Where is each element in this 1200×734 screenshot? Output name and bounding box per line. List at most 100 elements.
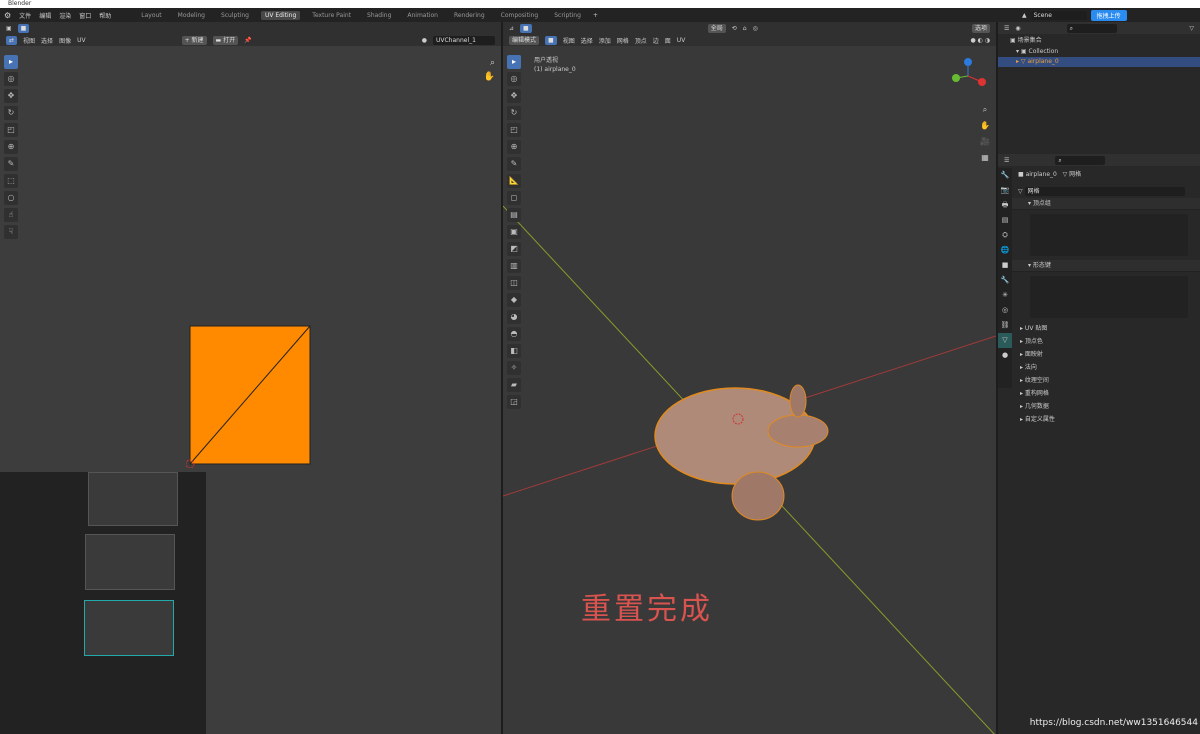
navigation-gizmo[interactable] bbox=[948, 56, 988, 96]
section-remesh[interactable]: ▸ 重构网格 bbox=[1012, 387, 1200, 400]
menu-view[interactable]: 视图 bbox=[563, 36, 575, 45]
world-tab-icon[interactable]: 🌐 bbox=[998, 243, 1012, 258]
tab-animation[interactable]: Animation bbox=[403, 11, 442, 20]
annotate-tool-icon[interactable]: ✎ bbox=[4, 157, 18, 171]
outliner-collection[interactable]: ▾ ▣ Collection bbox=[998, 47, 1200, 57]
menu-view[interactable]: 视图 bbox=[23, 36, 35, 45]
mode-selector[interactable]: 编辑模式 bbox=[509, 35, 540, 45]
bevel-tool-icon[interactable]: ◩ bbox=[507, 242, 521, 256]
select-box-icon[interactable]: ■ bbox=[520, 23, 532, 33]
relax-tool-icon[interactable]: ☝ bbox=[4, 208, 18, 222]
blender-logo-icon[interactable]: ⚙ bbox=[4, 11, 11, 20]
vertex-groups-list[interactable] bbox=[1030, 214, 1188, 256]
add-workspace-icon[interactable]: + bbox=[593, 12, 598, 19]
proportional-icon[interactable]: ◎ bbox=[753, 25, 758, 32]
section-vertex-colors[interactable]: ▸ 顶点色 bbox=[1012, 335, 1200, 348]
view-layer-tab-icon[interactable]: ▤ bbox=[998, 213, 1012, 228]
select-mode-icon[interactable]: ■ bbox=[17, 23, 30, 33]
transform-orientation[interactable]: 全局 bbox=[707, 23, 726, 33]
select-tool-icon[interactable]: ▸ bbox=[507, 55, 521, 69]
upload-button[interactable]: 拖拽上传 bbox=[1090, 10, 1127, 21]
section-shape-keys[interactable]: ▾ 形态键 bbox=[1012, 260, 1200, 272]
material-tab-icon[interactable]: ● bbox=[998, 348, 1012, 363]
pin-icon[interactable]: 📌 bbox=[244, 37, 251, 44]
sync-selection-icon[interactable]: ⇄ bbox=[6, 35, 18, 45]
section-face-maps[interactable]: ▸ 面映射 bbox=[1012, 348, 1200, 361]
physics-tab-icon[interactable]: ◎ bbox=[998, 303, 1012, 318]
render-tab-icon[interactable]: 📷 bbox=[998, 183, 1012, 198]
camera-icon[interactable]: 🎥 bbox=[980, 134, 990, 150]
section-normals[interactable]: ▸ 法向 bbox=[1012, 361, 1200, 374]
properties-type-icon[interactable]: ☰ bbox=[1004, 157, 1009, 164]
thumbnail-1[interactable] bbox=[88, 472, 178, 526]
options-dropdown[interactable]: 选项 bbox=[971, 23, 990, 33]
knife-tool-icon[interactable]: ◫ bbox=[507, 276, 521, 290]
zoom-icon[interactable]: ⌕ bbox=[980, 102, 990, 118]
transform-tool-icon[interactable]: ⊕ bbox=[4, 140, 18, 154]
tab-uv-editing[interactable]: UV Editing bbox=[260, 10, 301, 20]
menu-vertex[interactable]: 顶点 bbox=[635, 36, 647, 45]
particles-tab-icon[interactable]: ✳ bbox=[998, 288, 1012, 303]
editor-type-icon[interactable]: ▣ bbox=[6, 25, 12, 32]
grab-tool-icon[interactable]: ○ bbox=[4, 191, 18, 205]
uv-channel-field[interactable]: UVChannel_1 bbox=[433, 35, 495, 45]
grid-view-icon[interactable]: ▦ bbox=[980, 150, 990, 166]
tab-modeling[interactable]: Modeling bbox=[174, 11, 209, 20]
new-image-button[interactable]: + 新建 bbox=[181, 35, 207, 45]
edge-slide-tool-icon[interactable]: ◧ bbox=[507, 344, 521, 358]
thumbnail-2[interactable] bbox=[85, 534, 175, 590]
rotate-tool-icon[interactable]: ↻ bbox=[4, 106, 18, 120]
inset-tool-icon[interactable]: ▣ bbox=[507, 225, 521, 239]
modifier-tab-icon[interactable]: 🔧 bbox=[998, 273, 1012, 288]
section-custom-properties[interactable]: ▸ 自定义属性 bbox=[1012, 413, 1200, 426]
select-tool-icon[interactable]: ▸ bbox=[4, 55, 18, 69]
thumbnail-3[interactable] bbox=[84, 600, 174, 656]
rotate-tool-icon[interactable]: ↻ bbox=[507, 106, 521, 120]
scale-tool-icon[interactable]: ◰ bbox=[507, 123, 521, 137]
menu-render[interactable]: 渲染 bbox=[59, 11, 71, 20]
outliner-type-icon[interactable]: ☰ bbox=[1004, 25, 1009, 32]
cursor-tool-icon[interactable]: ◎ bbox=[507, 72, 521, 86]
pivot-icon[interactable]: ⟲ bbox=[732, 25, 737, 32]
move-tool-icon[interactable]: ✥ bbox=[507, 89, 521, 103]
open-image-button[interactable]: ▬ 打开 bbox=[212, 35, 239, 45]
menu-help[interactable]: 帮助 bbox=[99, 11, 111, 20]
tab-compositing[interactable]: Compositing bbox=[497, 11, 543, 20]
menu-select[interactable]: 选择 bbox=[41, 36, 53, 45]
section-uv-maps[interactable]: ▸ UV 贴图 bbox=[1012, 322, 1200, 335]
move-tool-icon[interactable]: ✥ bbox=[4, 89, 18, 103]
menu-edge[interactable]: 边 bbox=[653, 36, 659, 45]
poly-build-tool-icon[interactable]: ◆ bbox=[507, 293, 521, 307]
shrink-tool-icon[interactable]: ✧ bbox=[507, 361, 521, 375]
measure-tool-icon[interactable]: 📐 bbox=[507, 174, 521, 188]
uv-island[interactable] bbox=[186, 322, 316, 468]
extrude-tool-icon[interactable]: ▤ bbox=[507, 208, 521, 222]
face-select-icon[interactable]: ■ bbox=[545, 35, 557, 45]
tab-shading[interactable]: Shading bbox=[363, 11, 395, 20]
outliner-search[interactable]: ⌕ bbox=[1066, 23, 1117, 33]
menu-uv[interactable]: UV bbox=[677, 37, 686, 44]
rip-tool-icon[interactable]: ⬚ bbox=[4, 174, 18, 188]
scale-tool-icon[interactable]: ◰ bbox=[4, 123, 18, 137]
properties-search[interactable]: ⌕ bbox=[1055, 155, 1106, 165]
pinch-tool-icon[interactable]: ☟ bbox=[4, 225, 18, 239]
pan-icon[interactable]: ✋ bbox=[484, 72, 495, 82]
object-tab-icon[interactable]: ■ bbox=[998, 258, 1012, 273]
output-tab-icon[interactable]: 🖶 bbox=[998, 198, 1012, 213]
section-vertex-groups[interactable]: ▾ 顶点组 bbox=[1012, 198, 1200, 210]
section-geometry-data[interactable]: ▸ 几何数据 bbox=[1012, 400, 1200, 413]
scene-selector[interactable]: Scene bbox=[1030, 11, 1087, 20]
cursor-tool-icon[interactable]: ◎ bbox=[4, 72, 18, 86]
shape-keys-list[interactable] bbox=[1030, 276, 1188, 318]
tool-tab-icon[interactable]: 🔧 bbox=[998, 168, 1012, 183]
add-cube-tool-icon[interactable]: ◻ bbox=[507, 191, 521, 205]
loop-cut-tool-icon[interactable]: ▥ bbox=[507, 259, 521, 273]
tab-rendering[interactable]: Rendering bbox=[450, 11, 489, 20]
tab-sculpting[interactable]: Sculpting bbox=[217, 11, 253, 20]
tab-layout[interactable]: Layout bbox=[137, 11, 165, 20]
snap-icon[interactable]: ⌂ bbox=[743, 25, 747, 32]
tab-scripting[interactable]: Scripting bbox=[550, 11, 585, 20]
outliner-scene-collection[interactable]: ▣ 场景集合 bbox=[998, 34, 1200, 47]
shading-solid-icon[interactable]: ● ◐ ◑ bbox=[970, 37, 990, 44]
menu-edit[interactable]: 编辑 bbox=[39, 11, 51, 20]
